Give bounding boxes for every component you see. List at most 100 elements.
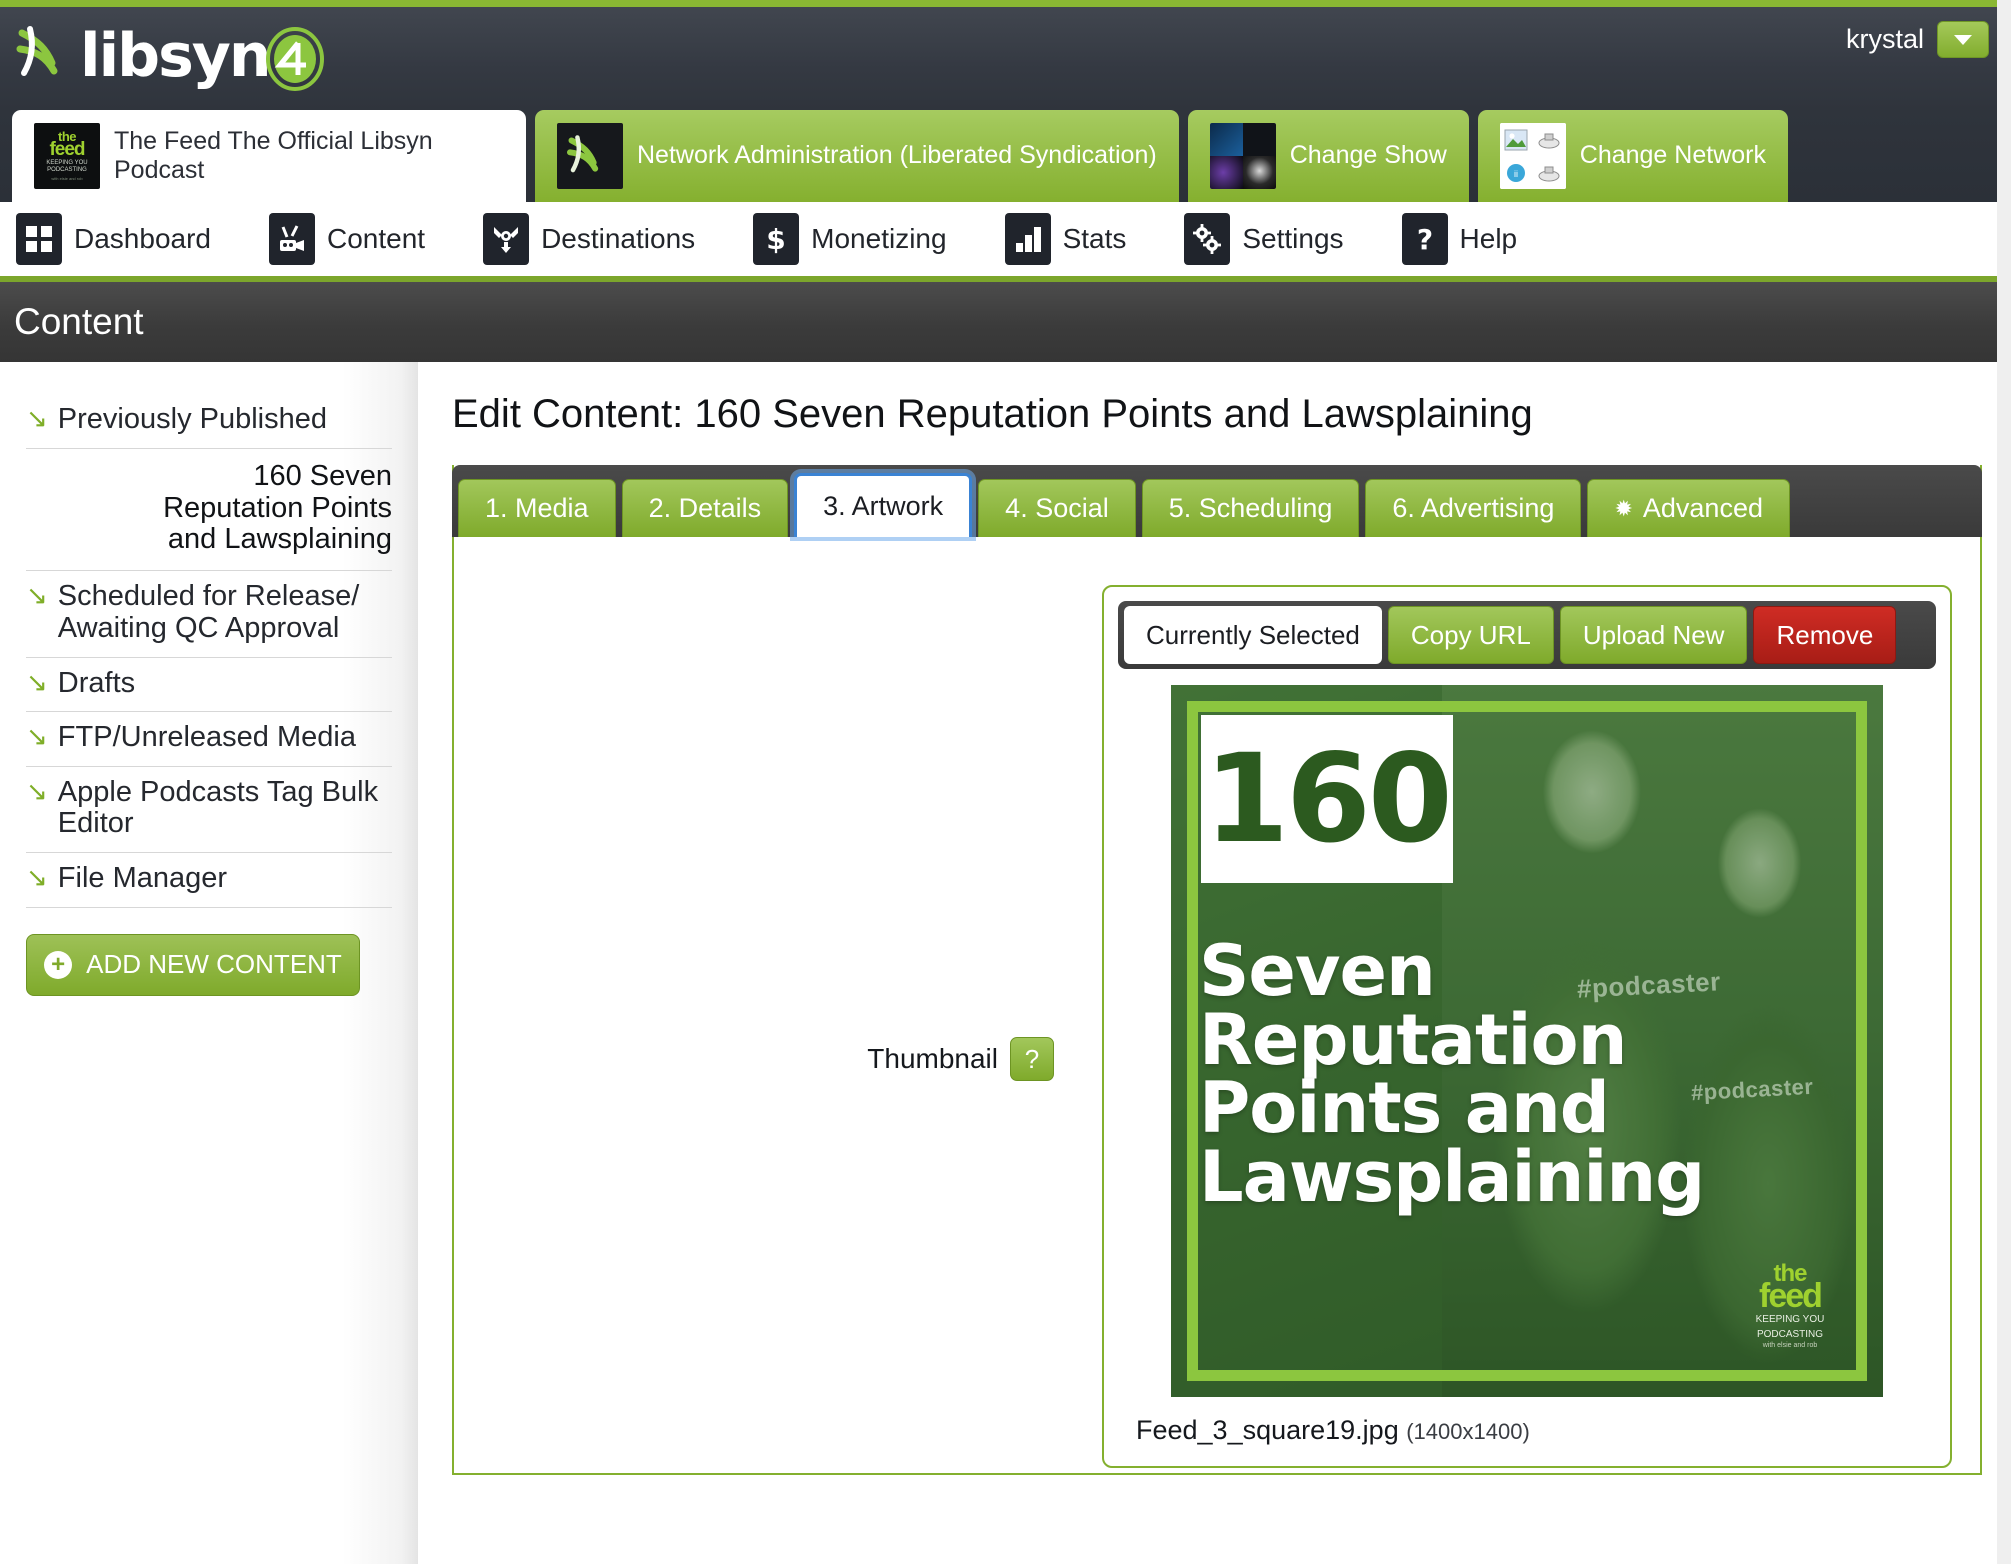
add-new-content-label: ADD NEW CONTENT bbox=[86, 949, 342, 980]
edit-content-panel: 1. Media 2. Details 3. Artwork 4. Social… bbox=[452, 465, 1982, 1475]
artwork-logo-tagline-1: KEEPING YOU bbox=[1755, 1313, 1825, 1325]
arrow-down-right-icon: ↘ bbox=[26, 580, 48, 611]
show-tabs-bar: the feed KEEPING YOU PODCASTING with elsi… bbox=[0, 110, 2011, 202]
artwork-dimensions: (1400x1400) bbox=[1406, 1419, 1530, 1444]
copy-url-button[interactable]: Copy URL bbox=[1387, 606, 1554, 664]
nav-label-destinations: Destinations bbox=[541, 223, 696, 254]
artwork-logo-tagline-2: PODCASTING bbox=[1756, 1328, 1824, 1340]
tab-label-details: 2. Details bbox=[648, 493, 762, 523]
arrow-down-right-icon: ↘ bbox=[26, 861, 48, 892]
show-tab-change-show[interactable]: Change Show bbox=[1187, 110, 1469, 202]
sidebar-item-apple-podcasts-tag-bulk-editor[interactable]: ↘ Apple Podcasts Tag Bulk Editor bbox=[26, 767, 392, 853]
gears-icon bbox=[1184, 213, 1231, 265]
sidebar-item-previously-published[interactable]: ↘ Previously Published bbox=[26, 400, 392, 449]
tab-advanced[interactable]: ✹ Advanced bbox=[1587, 479, 1790, 537]
section-title: Content bbox=[14, 301, 144, 342]
edit-content-tab-strip: 1. Media 2. Details 3. Artwork 4. Social… bbox=[452, 465, 1982, 537]
add-new-content-button[interactable]: + ADD NEW CONTENT bbox=[26, 933, 360, 996]
sidebar-label-file-manager: File Manager bbox=[57, 861, 228, 894]
svg-text:$: $ bbox=[766, 223, 785, 255]
artwork-card: Currently Selected Copy URL Upload New R… bbox=[1102, 585, 1952, 1468]
user-menu[interactable]: krystal bbox=[1846, 21, 1989, 58]
main-content-area: Edit Content: 160 Seven Reputation Point… bbox=[418, 362, 2011, 1564]
nav-item-dashboard[interactable]: Dashboard bbox=[16, 213, 239, 265]
the-feed-album-art-icon: the feed KEEPING YOU PODCASTING with elsi… bbox=[34, 123, 100, 189]
main-navigation: Dashboard Content Destinations $ Monetiz… bbox=[0, 202, 2011, 282]
artwork-title-line-4: Lawsplaining bbox=[1199, 1135, 1705, 1218]
thumbnail-help-button[interactable]: ? bbox=[1010, 1037, 1054, 1081]
page-scrollbar[interactable] bbox=[1997, 0, 2011, 1564]
libsyn-mark-icon bbox=[16, 23, 78, 85]
sidebar-item-scheduled-for-release[interactable]: ↘ Scheduled for Release/ Awaiting QC App… bbox=[26, 571, 392, 658]
arrow-down-right-icon: ↘ bbox=[26, 775, 48, 806]
sidebar-label-drafts: Drafts bbox=[57, 666, 136, 699]
destinations-icon bbox=[483, 213, 530, 265]
artwork-section: Thumbnail ? Currently Selected Copy URL … bbox=[454, 537, 1980, 1468]
tab-label-scheduling: 5. Scheduling bbox=[1168, 493, 1333, 523]
thumbnail-field-label: Thumbnail bbox=[867, 1043, 998, 1074]
nav-label-settings: Settings bbox=[1242, 223, 1344, 254]
user-menu-chevron-down-icon[interactable] bbox=[1937, 21, 1989, 58]
tab-social[interactable]: 4. Social bbox=[978, 479, 1136, 537]
remove-button[interactable]: Remove bbox=[1753, 606, 1897, 664]
libsyn-four-icon bbox=[264, 23, 326, 91]
sidebar-current-episode-label: 160 Seven Reputation Points and Lawsplai… bbox=[163, 459, 392, 556]
tab-label-advanced: Advanced bbox=[1642, 493, 1763, 523]
sidebar-label-scheduled-for-release: Scheduled for Release/ Awaiting QC Appro… bbox=[57, 580, 360, 644]
dollar-icon: $ bbox=[753, 213, 800, 265]
username-label: krystal bbox=[1845, 24, 1924, 54]
tab-scheduling[interactable]: 5. Scheduling bbox=[1141, 479, 1360, 537]
libsyn-wordmark: libsyn bbox=[80, 21, 272, 91]
nav-item-settings[interactable]: Settings bbox=[1184, 213, 1371, 265]
upload-new-button[interactable]: Upload New bbox=[1559, 606, 1748, 664]
show-tab-change-network[interactable]: ii Change Network bbox=[1477, 110, 1788, 202]
page-title: Edit Content: 160 Seven Reputation Point… bbox=[452, 392, 1533, 436]
nav-label-help: Help bbox=[1459, 223, 1518, 254]
thumbnail-field-label-group: Thumbnail ? bbox=[454, 585, 1054, 1081]
artwork-title-line-2: Reputation bbox=[1199, 998, 1627, 1081]
tab-advertising[interactable]: 6. Advertising bbox=[1365, 479, 1582, 537]
sidebar-item-file-manager[interactable]: ↘ File Manager bbox=[26, 853, 392, 908]
nav-item-monetizing[interactable]: $ Monetizing bbox=[753, 213, 974, 265]
tab-media[interactable]: 1. Media bbox=[458, 479, 616, 537]
tab-details[interactable]: 2. Details bbox=[621, 479, 789, 537]
sidebar-current-episode[interactable]: 160 Seven Reputation Points and Lawsplai… bbox=[26, 449, 392, 572]
grid-icon bbox=[16, 213, 62, 265]
tab-label-media: 1. Media bbox=[485, 493, 589, 523]
artwork-episode-number: 160 bbox=[1204, 728, 1453, 870]
thumb-tagline: KEEPING YOU PODCASTING bbox=[46, 160, 88, 173]
page-body: ↘ Previously Published 160 Seven Reputat… bbox=[0, 0, 2011, 1564]
artwork-logo-feed: feed bbox=[1759, 1276, 1823, 1315]
nav-label-dashboard: Dashboard bbox=[74, 223, 211, 254]
show-tab-current-podcast[interactable]: the feed KEEPING YOU PODCASTING with elsi… bbox=[12, 110, 526, 202]
artwork-title-block: Seven Reputation Points and Lawsplaining bbox=[1199, 936, 1759, 1218]
nav-item-destinations[interactable]: Destinations bbox=[483, 213, 723, 265]
nav-label-stats: Stats bbox=[1062, 223, 1127, 254]
sidebar-label-apple-podcasts-tag-bulk-editor: Apple Podcasts Tag Bulk Editor bbox=[57, 775, 379, 840]
arrow-down-right-icon: ↘ bbox=[26, 721, 48, 752]
change-show-grid-icon bbox=[1209, 123, 1276, 189]
nav-item-stats[interactable]: Stats bbox=[1004, 213, 1155, 265]
show-tab-network-administration[interactable]: Network Administration (Liberated Syndic… bbox=[535, 110, 1179, 202]
gear-icon: ✹ bbox=[1614, 495, 1633, 521]
show-tab-label-change-network: Change Network bbox=[1579, 141, 1766, 170]
tab-label-advertising: 6. Advertising bbox=[1392, 493, 1555, 523]
show-tab-label-network-admin: Network Administration (Liberated Syndic… bbox=[637, 141, 1157, 170]
artwork-preview-image[interactable]: #podcaster #podcaster 160 Seven Reputati… bbox=[1171, 685, 1883, 1397]
nav-item-help[interactable]: ? Help bbox=[1401, 213, 1546, 265]
sidebar-item-drafts[interactable]: ↘ Drafts bbox=[26, 658, 392, 713]
content-camera-icon bbox=[268, 213, 315, 265]
arrow-down-right-icon: ↘ bbox=[26, 666, 48, 697]
libsyn-logo[interactable]: libsyn bbox=[16, 2, 326, 106]
top-bar: libsyn krystal bbox=[0, 0, 2011, 110]
currently-selected-button[interactable]: Currently Selected bbox=[1124, 606, 1382, 664]
tab-label-social: 4. Social bbox=[1005, 493, 1109, 523]
thumb-byline: with elsie and rob bbox=[51, 176, 83, 181]
nav-label-monetizing: Monetizing bbox=[811, 223, 947, 254]
question-mark-icon: ? bbox=[1401, 213, 1448, 265]
artwork-logo-byline: with elsie and rob bbox=[1762, 1341, 1818, 1349]
sidebar-item-ftp-unreleased-media[interactable]: ↘ FTP/Unreleased Media bbox=[26, 712, 392, 767]
tab-artwork[interactable]: 3. Artwork bbox=[794, 473, 973, 537]
sidebar-label-previously-published: Previously Published bbox=[57, 403, 327, 435]
nav-item-content[interactable]: Content bbox=[268, 213, 453, 265]
